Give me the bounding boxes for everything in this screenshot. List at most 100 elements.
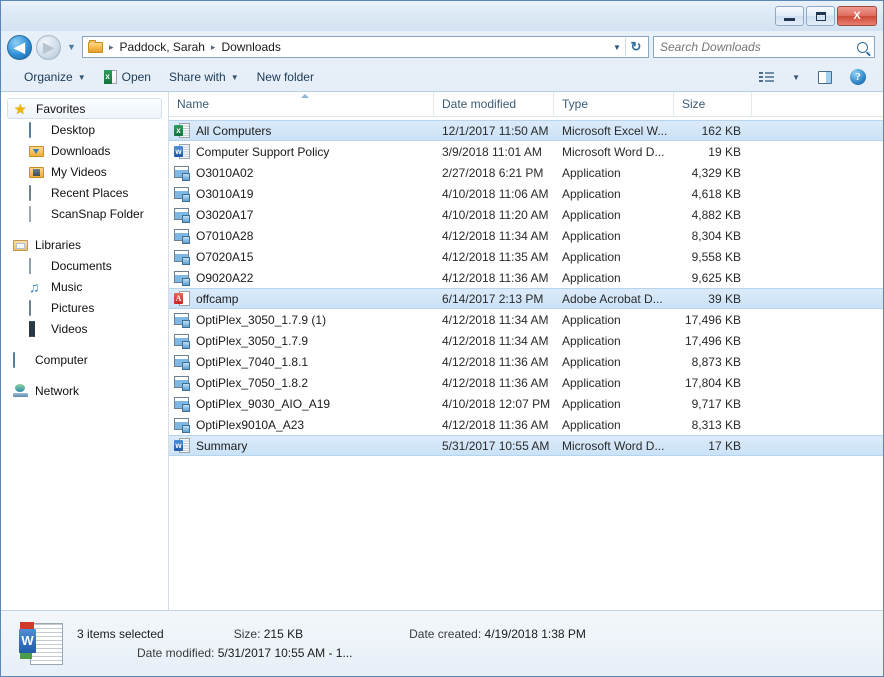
view-dropdown-button[interactable]: ▼ xyxy=(783,66,809,88)
view-list-icon xyxy=(759,71,775,84)
sidebar-item-music[interactable]: ♫ Music xyxy=(1,276,168,297)
table-row[interactable]: O3010A02 2/27/2018 6:21 PM Application 4,32… xyxy=(169,162,883,183)
cell-type: Application xyxy=(554,355,674,369)
table-row[interactable]: OptiPlex9010A_A23 4/12/2018 11:36 AM Appli… xyxy=(169,414,883,435)
table-row[interactable]: x All Computers 12/1/2017 11:50 AM Microsof… xyxy=(169,120,883,141)
table-row[interactable]: w Computer Support Policy 3/9/2018 11:01 A… xyxy=(169,141,883,162)
cell-date-modified: 2/27/2018 6:21 PM xyxy=(434,166,554,180)
file-size: 9,558 KB xyxy=(691,249,741,264)
file-rows[interactable]: x All Computers 12/1/2017 11:50 AM Microsof… xyxy=(169,117,883,610)
file-name: O9020A22 xyxy=(196,270,254,285)
breadcrumb-item-user[interactable]: Paddock, Sarah xyxy=(116,39,209,55)
search-input[interactable] xyxy=(660,40,857,54)
file-name: OptiPlex_9030_AIO_A19 xyxy=(196,396,331,411)
application-icon xyxy=(174,186,190,202)
recent-pages-button[interactable]: ▼ xyxy=(65,42,78,52)
sidebar-item-network[interactable]: Network xyxy=(1,380,168,401)
cell-type: Adobe Acrobat D... xyxy=(554,292,674,306)
file-type: Application xyxy=(562,333,621,348)
file-size: 9,717 KB xyxy=(691,396,741,411)
table-row[interactable]: O7010A28 4/12/2018 11:34 AM Application 8,3… xyxy=(169,225,883,246)
sidebar-item-desktop[interactable]: Desktop xyxy=(1,119,168,140)
chevron-down-icon: ▼ xyxy=(67,42,76,52)
cell-size: 17,804 KB xyxy=(674,376,752,390)
preview-pane-button[interactable] xyxy=(809,66,841,88)
column-header-size[interactable]: Size xyxy=(674,92,752,116)
file-date: 4/12/2018 11:34 AM xyxy=(442,312,549,327)
sidebar-item-scansnap-folder[interactable]: ScanSnap Folder xyxy=(1,203,168,224)
table-row[interactable]: O3020A17 4/10/2018 11:20 AM Application 4,8… xyxy=(169,204,883,225)
date-created-value: 4/19/2018 1:38 PM xyxy=(484,627,586,641)
file-size: 19 KB xyxy=(708,144,741,159)
file-type: Microsoft Word D... xyxy=(562,438,665,453)
cell-size: 19 KB xyxy=(674,145,752,159)
application-icon xyxy=(174,417,190,433)
table-row[interactable]: OptiPlex_3050_1.7.9 (1) 4/12/2018 11:34 A… xyxy=(169,309,883,330)
refresh-button[interactable]: ↻ xyxy=(626,39,646,55)
sidebar-item-my-videos[interactable]: My Videos xyxy=(1,161,168,182)
sidebar-item-pictures[interactable]: Pictures xyxy=(1,297,168,318)
sidebar-item-label: Network xyxy=(35,383,80,398)
help-button[interactable]: ? xyxy=(841,66,875,88)
share-with-button[interactable]: Share with ▼ xyxy=(160,66,248,88)
date-modified-label: Date modified: xyxy=(137,646,215,660)
sidebar-item-computer[interactable]: Computer xyxy=(1,349,168,370)
cell-type: Application xyxy=(554,418,674,432)
column-header-type[interactable]: Type xyxy=(554,92,674,116)
table-row[interactable]: O9020A22 4/12/2018 11:36 AM Application 9,6… xyxy=(169,267,883,288)
back-button[interactable]: ◀ xyxy=(7,34,32,60)
breadcrumb-item-downloads[interactable]: Downloads xyxy=(217,39,284,55)
open-button[interactable]: Open xyxy=(95,66,160,88)
file-name: O3020A17 xyxy=(196,207,254,222)
sidebar-item-recent-places[interactable]: Recent Places xyxy=(1,182,168,203)
close-icon: X xyxy=(853,9,861,22)
cell-name: OptiPlex_7050_1.8.2 xyxy=(169,375,434,391)
file-type: Application xyxy=(562,354,621,369)
file-name: O3010A19 xyxy=(196,186,254,201)
file-date: 4/12/2018 11:35 AM xyxy=(442,249,549,264)
pdf-file-icon: A xyxy=(174,290,190,307)
cell-name: O3020A17 xyxy=(169,207,434,223)
table-row[interactable]: O7020A15 4/12/2018 11:35 AM Application 9,5… xyxy=(169,246,883,267)
sidebar-item-label: Downloads xyxy=(51,143,111,158)
file-type: Application xyxy=(562,375,621,390)
file-date: 2/27/2018 6:21 PM xyxy=(442,165,544,180)
close-button[interactable]: X xyxy=(837,6,877,26)
organize-button[interactable]: Organize ▼ xyxy=(15,66,95,88)
table-row[interactable]: Aoffcamp 6/14/2017 2:13 PM Adobe Acrobat D… xyxy=(169,288,883,309)
minimize-button[interactable] xyxy=(775,6,804,26)
sidebar-item-favorites[interactable]: ★ Favorites xyxy=(7,98,162,119)
sidebar-item-downloads[interactable]: Downloads xyxy=(1,140,168,161)
cell-name: OptiPlex_9030_AIO_A19 xyxy=(169,396,434,412)
column-header-date-modified[interactable]: Date modified xyxy=(434,92,554,116)
cell-type: Microsoft Excel W... xyxy=(554,124,674,138)
table-row[interactable]: OptiPlex_7050_1.8.2 4/12/2018 11:36 AM App… xyxy=(169,372,883,393)
cell-date-modified: 4/12/2018 11:34 AM xyxy=(434,313,554,327)
maximize-button[interactable] xyxy=(806,6,835,26)
sidebar-item-libraries[interactable]: Libraries xyxy=(1,234,168,255)
sidebar-item-videos[interactable]: Videos xyxy=(1,318,168,339)
application-icon xyxy=(174,165,190,181)
new-folder-button[interactable]: New folder xyxy=(248,66,323,88)
cell-size: 9,717 KB xyxy=(674,397,752,411)
sidebar-item-label: Documents xyxy=(51,258,112,273)
file-name: All Computers xyxy=(196,123,272,138)
table-row[interactable]: OptiPlex_7040_1.8.1 4/12/2018 11:36 AM App… xyxy=(169,351,883,372)
cell-type: Application xyxy=(554,313,674,327)
cell-type: Application xyxy=(554,187,674,201)
table-row[interactable]: OptiPlex_3050_1.7.9 4/12/2018 11:34 AM App… xyxy=(169,330,883,351)
share-with-label: Share with xyxy=(168,70,226,84)
command-toolbar: Organize ▼ Open Share with ▼ New folder … xyxy=(1,63,883,92)
sidebar-item-label: Videos xyxy=(51,321,88,336)
search-box[interactable] xyxy=(653,36,875,58)
address-bar[interactable]: ▸ Paddock, Sarah ▸ Downloads ▼ ↻ xyxy=(82,36,649,58)
change-view-button[interactable] xyxy=(750,66,783,88)
minimize-icon xyxy=(784,18,795,21)
forward-button[interactable]: ▶ xyxy=(36,34,61,60)
sidebar-item-documents[interactable]: Documents xyxy=(1,255,168,276)
table-row[interactable]: w Summary 5/31/2017 10:55 AM Microsoft Word… xyxy=(169,435,883,456)
file-size: 9,625 KB xyxy=(691,270,741,285)
table-row[interactable]: OptiPlex_9030_AIO_A19 4/10/2018 12:07 PM A… xyxy=(169,393,883,414)
table-row[interactable]: O3010A19 4/10/2018 11:06 AM Application 4,6… xyxy=(169,183,883,204)
address-dropdown-button[interactable]: ▼ xyxy=(609,43,625,52)
